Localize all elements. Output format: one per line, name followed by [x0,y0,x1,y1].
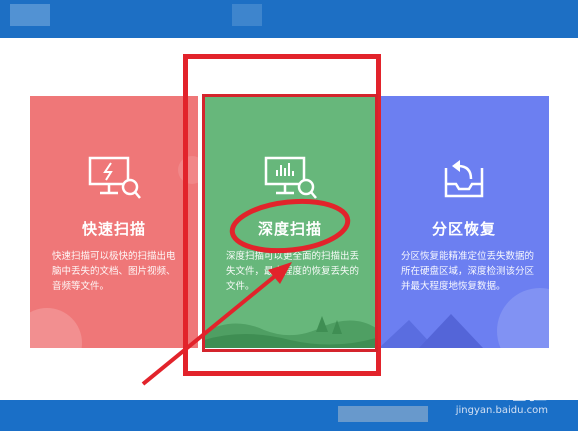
mountains-decoration [379,314,483,348]
partition-recovery-card[interactable]: 分区恢复 分区恢复能精准定位丢失数据的所在硬盘区域，深度检测该分区并最大程度地恢… [379,96,549,348]
card-title: 分区恢复 [431,220,496,238]
monitor-lightning-search-icon [88,156,141,199]
annotation-inner-rectangle [202,94,378,352]
title-bar [0,0,578,38]
blurred-title-area [232,4,262,26]
card-description: 分区恢复能精准定位丢失数据的所在硬盘区域，深度检测该分区并最大程度地恢复数据。 [401,251,535,292]
card-title: 快速扫描 [81,220,146,238]
decorative-circle [30,308,82,348]
blurred-footer-area [338,406,428,422]
tray-return-icon [444,160,484,198]
quick-scan-card[interactable]: 快速扫描 快速扫描可以极快的扫描出电脑中丢失的文档、图片视频、音频等文件。 [30,96,198,348]
blurred-title-area [10,4,50,26]
card-description: 快速扫描可以极快的扫描出电脑中丢失的文档、图片视频、音频等文件。 [52,251,176,292]
baidu-jingyan-watermark: Baidu 经验 jingyan.baidu.com [429,376,548,416]
watermark-url: jingyan.baidu.com [455,405,548,416]
watermark-brand: Baidu 经验 [428,380,548,404]
